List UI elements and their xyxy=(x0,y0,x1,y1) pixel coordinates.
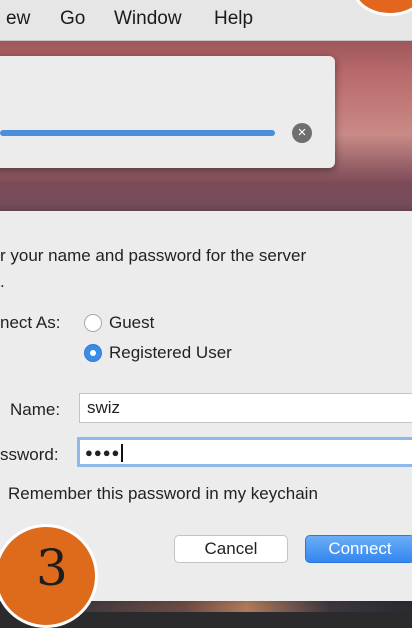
text-caret xyxy=(121,443,124,462)
password-field[interactable]: ●●●● xyxy=(77,437,412,467)
remember-password-checkbox-label[interactable]: Remember this password in my keychain xyxy=(8,484,318,504)
guest-radio-label[interactable]: Guest xyxy=(109,313,154,333)
connecting-progress-sheet: × xyxy=(0,56,335,168)
name-field-value: swiz xyxy=(87,398,121,417)
password-field-value: ●●●● xyxy=(85,445,121,460)
dialog-prompt: r your name and password for the server xyxy=(0,246,307,265)
name-label: Name: xyxy=(10,400,61,419)
menu-help[interactable]: Help xyxy=(214,8,253,30)
cancel-button[interactable]: Cancel xyxy=(174,535,288,563)
guest-radio[interactable] xyxy=(84,314,102,332)
connect-as-label: nect As: xyxy=(0,313,61,332)
menu-go[interactable]: Go xyxy=(60,8,85,30)
menu-view[interactable]: ew xyxy=(6,8,30,30)
name-field[interactable]: swiz xyxy=(79,393,412,423)
registered-user-radio[interactable] xyxy=(84,344,102,362)
step-number: 3 xyxy=(36,539,68,597)
dialog-prompt-continuation: . xyxy=(0,272,5,291)
registered-user-radio-label[interactable]: Registered User xyxy=(109,343,232,363)
progress-bar xyxy=(0,130,275,136)
menu-window[interactable]: Window xyxy=(114,8,182,30)
stop-icon[interactable]: × xyxy=(292,123,312,143)
menu-bar: ew Go Window Help xyxy=(0,0,412,41)
password-label: ssword: xyxy=(0,445,59,464)
connect-button[interactable]: Connect xyxy=(305,535,412,563)
